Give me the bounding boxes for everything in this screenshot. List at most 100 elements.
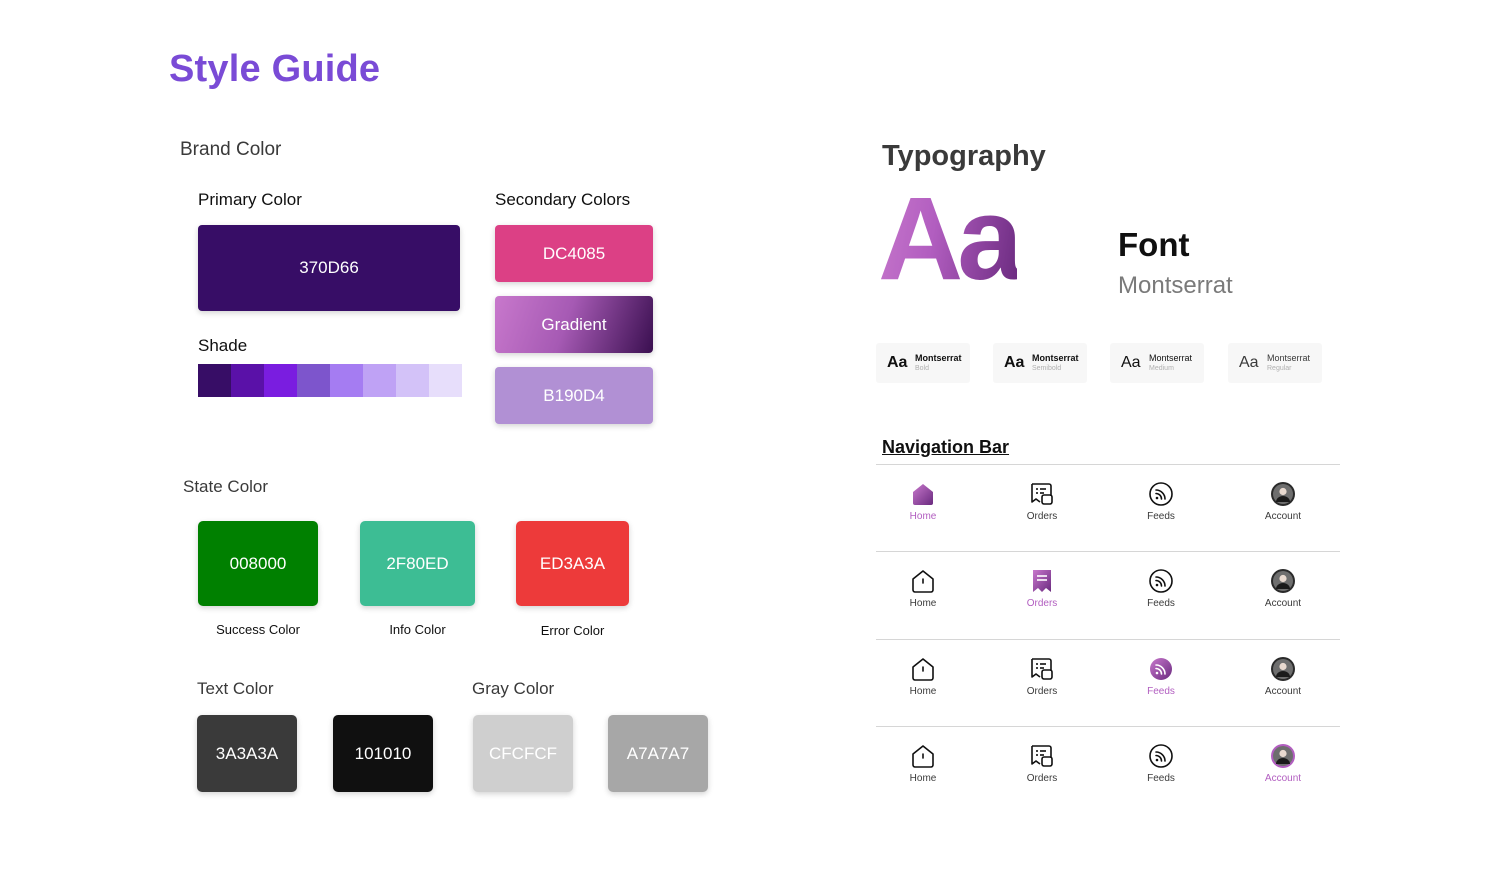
info-color-swatch: 2F80ED	[360, 521, 475, 606]
feeds-icon	[1148, 568, 1174, 594]
secondary-pink-hex: DC4085	[542, 243, 606, 263]
shade-label: Shade	[198, 336, 248, 355]
weight-name: Bold	[915, 364, 930, 372]
secondary-gradient-label: Gradient	[541, 314, 607, 334]
typography-sample: Aa	[878, 173, 1023, 305]
nav-item-orders[interactable]: Orders	[1002, 568, 1082, 609]
nav-label-account: Account	[1264, 598, 1302, 609]
nav-label-feeds: Feeds	[1147, 686, 1175, 697]
nav-label-orders: Orders	[1026, 598, 1058, 609]
nav-item-feeds[interactable]: Feeds	[1121, 481, 1201, 522]
secondary-lilac-swatch: B190D4	[495, 367, 653, 424]
weight-name: Regular	[1267, 364, 1292, 372]
success-color-hex: 008000	[229, 553, 287, 573]
home-icon	[910, 568, 936, 594]
weight-name: Medium	[1149, 364, 1174, 372]
primary-color-label: Primary Color	[198, 190, 302, 209]
navigation-bar-heading: Navigation Bar	[882, 437, 1010, 457]
error-color-caption: Error Color	[540, 623, 605, 638]
font-label: Font	[1118, 226, 1190, 263]
avatar-icon	[1270, 568, 1296, 594]
success-color-swatch: 008000	[198, 521, 318, 606]
nav-item-home[interactable]: Home	[883, 656, 963, 697]
font-weight-card-regular: Aa Montserrat Regular	[1228, 343, 1322, 383]
nav-item-account[interactable]: Account	[1243, 568, 1323, 609]
nav-label-home: Home	[909, 686, 937, 697]
divider	[876, 726, 1340, 727]
weight-sample: Aa	[1239, 354, 1259, 371]
weight-font-name: Montserrat	[1267, 352, 1311, 363]
secondary-colors-label: Secondary Colors	[495, 190, 631, 209]
home-icon	[910, 656, 936, 682]
avatar-icon	[1270, 656, 1296, 682]
nav-item-home[interactable]: Home	[883, 481, 963, 522]
font-weight-card-bold: Aa Montserrat Bold	[876, 343, 970, 383]
nav-item-orders[interactable]: Orders	[1002, 656, 1082, 697]
secondary-lilac-hex: B190D4	[543, 385, 605, 405]
weight-font-name: Montserrat	[1149, 352, 1193, 363]
shade-swatch-7	[396, 364, 429, 397]
gray-color-swatch-1: CFCFCF	[473, 715, 573, 792]
font-weight-card-medium: Aa Montserrat Medium	[1110, 343, 1204, 383]
feeds-icon	[1148, 656, 1174, 682]
orders-icon	[1029, 481, 1055, 507]
info-color-hex: 2F80ED	[386, 553, 449, 573]
page-title: Style Guide	[169, 48, 381, 90]
orders-icon	[1029, 568, 1055, 594]
brand-color-heading: Brand Color	[180, 139, 282, 160]
nav-label-feeds: Feeds	[1147, 511, 1175, 522]
nav-label-account: Account	[1264, 773, 1302, 784]
shade-swatch-1	[198, 364, 231, 397]
nav-label-account: Account	[1264, 511, 1302, 522]
feeds-icon	[1148, 743, 1174, 769]
nav-label-feeds: Feeds	[1147, 598, 1175, 609]
divider	[876, 464, 1340, 465]
nav-item-feeds[interactable]: Feeds	[1121, 743, 1201, 784]
nav-item-home[interactable]: Home	[883, 743, 963, 784]
gray-color-hex-1: CFCFCF	[489, 743, 557, 763]
text-color-hex-1: 3A3A3A	[215, 743, 279, 763]
text-color-hex-2: 101010	[354, 743, 412, 763]
nav-label-account: Account	[1264, 686, 1302, 697]
avatar-icon	[1270, 743, 1296, 769]
feeds-icon	[1148, 481, 1174, 507]
nav-item-home[interactable]: Home	[883, 568, 963, 609]
nav-label-home: Home	[909, 773, 937, 784]
shade-palette	[198, 364, 462, 397]
text-color-swatch-1: 3A3A3A	[197, 715, 297, 792]
nav-item-feeds[interactable]: Feeds	[1121, 656, 1201, 697]
nav-item-account[interactable]: Account	[1243, 481, 1323, 522]
nav-item-account[interactable]: Account	[1243, 656, 1323, 697]
weight-sample: Aa	[1121, 354, 1141, 371]
nav-label-home: Home	[909, 598, 937, 609]
nav-label-orders: Orders	[1026, 511, 1058, 522]
weight-sample: Aa	[1004, 354, 1025, 371]
orders-icon	[1029, 743, 1055, 769]
avatar-icon	[1270, 481, 1296, 507]
nav-item-account[interactable]: Account	[1243, 743, 1323, 784]
typography-heading: Typography	[882, 140, 1046, 172]
error-color-hex: ED3A3A	[539, 553, 606, 573]
text-color-swatch-2: 101010	[333, 715, 433, 792]
shade-swatch-4	[297, 364, 330, 397]
nav-label-home: Home	[909, 511, 937, 522]
info-color-caption: Info Color	[389, 622, 446, 637]
shade-swatch-5	[330, 364, 363, 397]
primary-color-swatch: 370D66	[198, 225, 460, 311]
shade-swatch-3	[264, 364, 297, 397]
error-color-swatch: ED3A3A	[516, 521, 629, 606]
gray-color-hex-2: A7A7A7	[626, 743, 690, 763]
nav-item-feeds[interactable]: Feeds	[1121, 568, 1201, 609]
home-icon	[910, 481, 936, 507]
weight-sample: Aa	[887, 354, 908, 371]
primary-color-hex: 370D66	[299, 258, 359, 277]
home-icon	[910, 743, 936, 769]
weight-name: Semibold	[1032, 364, 1062, 372]
shade-swatch-2	[231, 364, 264, 397]
nav-label-feeds: Feeds	[1147, 773, 1175, 784]
state-color-heading: State Color	[183, 477, 269, 496]
nav-item-orders[interactable]: Orders	[1002, 481, 1082, 522]
nav-item-orders[interactable]: Orders	[1002, 743, 1082, 784]
divider	[876, 551, 1340, 552]
nav-label-orders: Orders	[1026, 686, 1058, 697]
